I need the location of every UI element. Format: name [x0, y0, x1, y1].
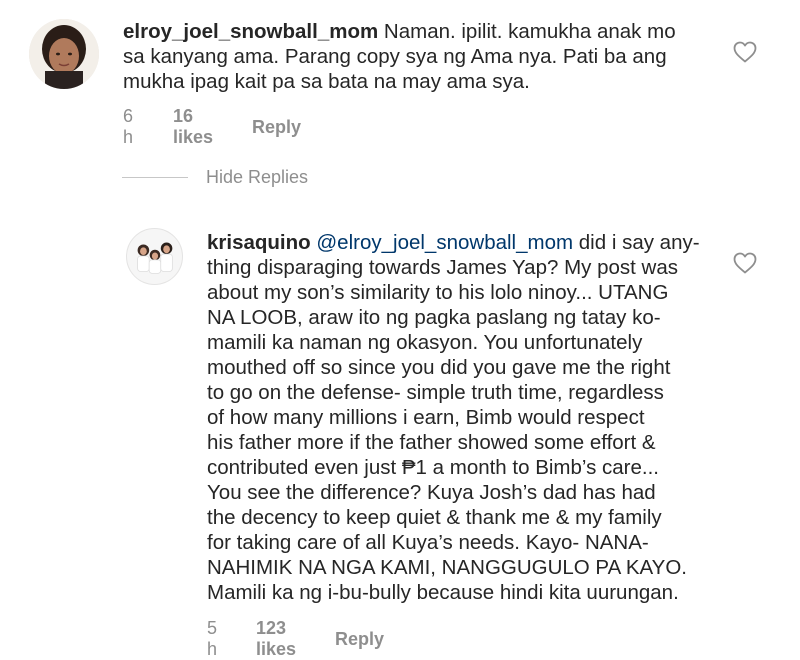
comment-2-line: about my son’s similarity to his lolo ni… — [207, 281, 669, 304]
comment-1-username[interactable]: elroy_joel_snowball_mom — [123, 20, 378, 43]
comment-2-line: You see the difference? Kuya Josh’s dad … — [207, 481, 656, 504]
hide-replies-label: Hide Replies — [206, 167, 309, 187]
comment-2-line: the decency to keep quiet & thank me & m… — [207, 506, 662, 529]
comment-1-text: elroy_joel_snowball_mom Naman. ipilit. k… — [123, 19, 676, 94]
hide-replies-button[interactable]: Hide Replies — [122, 167, 308, 188]
comment-2-line: thing disparaging towards James Yap? My … — [207, 256, 678, 279]
comment-1-line3: mukha ipag kait pa sa bata na may ama sy… — [123, 70, 530, 93]
comment-2-timestamp: 5 h — [207, 618, 218, 659]
comment-2-line1: did i say any- — [578, 231, 700, 254]
comment-1-line1: Naman. ipilit. kamukha anak mo — [383, 20, 676, 43]
comment-1-line2: sa kanyang ama. Parang copy sya ng Ama n… — [123, 45, 667, 68]
avatar-photo — [127, 229, 182, 284]
comment-2-line: mouthed off so since you did you gave me… — [207, 356, 671, 379]
comment-2-line: for taking care of all Kuya’s needs. Kay… — [207, 531, 649, 554]
avatar-photo — [29, 19, 99, 89]
comment-2-line: Mamili ka ng i-bu-bully because hindi ki… — [207, 581, 679, 604]
avatar-krisaquino[interactable] — [126, 228, 183, 285]
comment-2-username[interactable]: krisaquino — [207, 231, 311, 254]
hide-replies-divider — [122, 177, 188, 178]
comment-1-timestamp: 6 h — [123, 106, 134, 147]
comment-2-meta: 5 h 123 likes Reply — [207, 618, 384, 660]
comment-2-line: NAHIMIK NA NGA KAMI, NANGGUGULO PA KAYO. — [207, 556, 687, 579]
like-comment-2-heart-icon[interactable] — [733, 252, 757, 274]
like-comment-1-heart-icon[interactable] — [733, 41, 757, 63]
comment-2-line: his father more if the father showed som… — [207, 431, 656, 454]
comment-1-reply-button[interactable]: Reply — [252, 117, 301, 138]
comment-2-line: to go on the defense- simple truth time,… — [207, 381, 664, 404]
comment-2-line: mamili ka naman ng okasyon. You unfortun… — [207, 331, 643, 354]
comment-2-likes[interactable]: 123 likes — [256, 618, 296, 660]
comment-2-line: contributed even just ₱1 a month to Bimb… — [207, 456, 660, 479]
comment-2-reply-button[interactable]: Reply — [335, 629, 384, 650]
comment-2-text: krisaquino @elroy_joel_snowball_mom did … — [207, 230, 700, 605]
comment-2-line: NA LOOB, araw ito ng pagka paslang ng ta… — [207, 306, 661, 329]
comment-2-line: of how many millions i earn, Bimb would … — [207, 406, 645, 429]
avatar-elroy[interactable] — [29, 19, 99, 89]
comment-1-meta: 6 h 16 likes Reply — [123, 106, 301, 148]
comment-1-likes[interactable]: 16 likes — [173, 106, 213, 148]
comment-2-mention[interactable]: @elroy_joel_snowball_mom — [316, 231, 573, 254]
